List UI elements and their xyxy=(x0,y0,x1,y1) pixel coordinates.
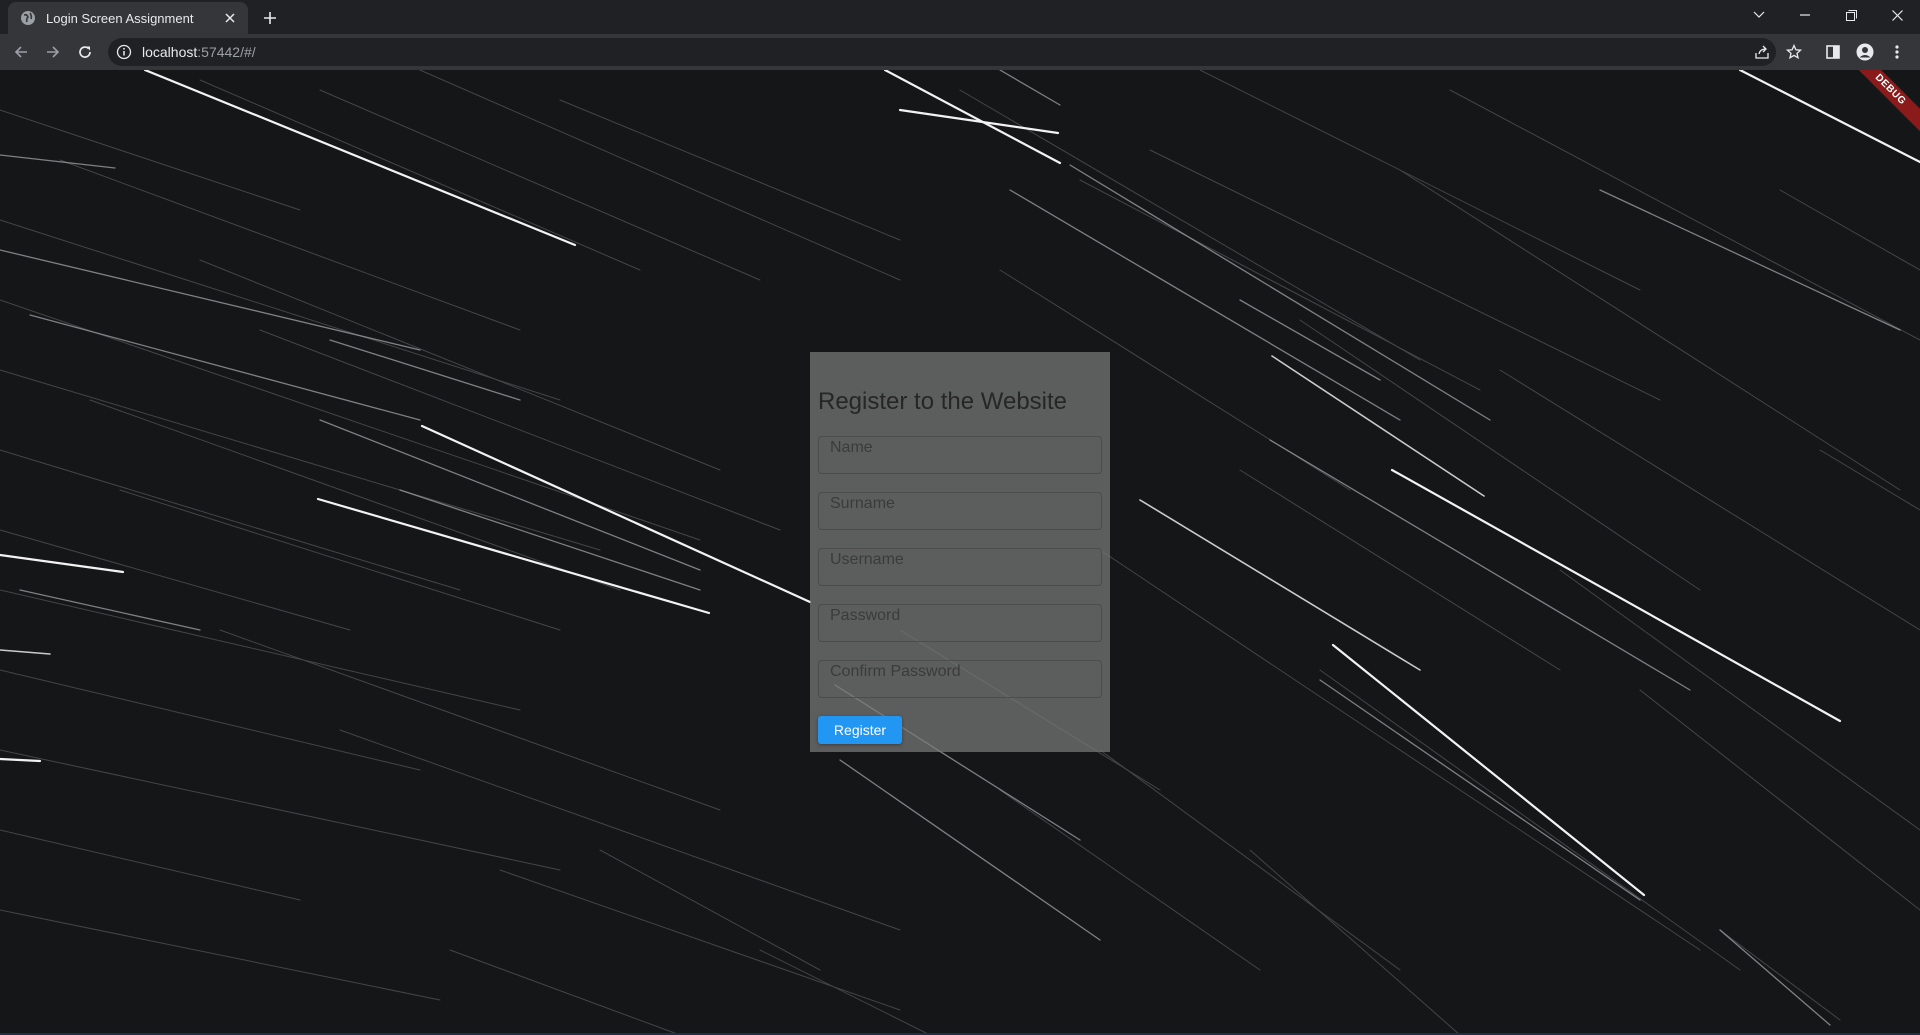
plus-icon[interactable] xyxy=(258,6,282,30)
page-viewport: DEBUG Register to the Website Register xyxy=(0,70,1920,1035)
profile-icon[interactable] xyxy=(1852,39,1878,65)
confirm-password-field[interactable] xyxy=(818,660,1102,698)
register-form-card: Register to the Website Register xyxy=(810,352,1110,752)
browser-tab-strip: Login Screen Assignment xyxy=(0,0,1920,34)
kebab-menu-icon[interactable] xyxy=(1884,39,1910,65)
browser-tab[interactable]: Login Screen Assignment xyxy=(8,2,248,34)
surname-input[interactable] xyxy=(819,493,1101,529)
arrow-right-icon[interactable] xyxy=(40,39,66,65)
star-icon[interactable] xyxy=(1781,39,1807,65)
close-icon[interactable] xyxy=(220,8,240,28)
form-heading: Register to the Website xyxy=(818,388,1068,415)
minimize-icon[interactable] xyxy=(1782,0,1828,30)
password-input[interactable] xyxy=(819,605,1101,641)
confirm-password-input[interactable] xyxy=(819,661,1101,697)
username-field[interactable] xyxy=(818,548,1102,586)
restore-icon[interactable] xyxy=(1828,0,1874,30)
address-bar[interactable]: localhost:57442/#/ xyxy=(108,38,1776,66)
username-input[interactable] xyxy=(819,549,1101,585)
chevron-down-icon[interactable] xyxy=(1736,0,1782,30)
share-icon[interactable] xyxy=(1749,39,1775,65)
tab-title: Login Screen Assignment xyxy=(46,10,194,26)
arrow-left-icon[interactable] xyxy=(8,39,34,65)
reload-icon[interactable] xyxy=(72,39,98,65)
surname-field[interactable] xyxy=(818,492,1102,530)
info-icon[interactable] xyxy=(116,44,132,60)
register-button[interactable]: Register xyxy=(818,716,902,744)
name-field[interactable] xyxy=(818,436,1102,474)
browser-toolbar: localhost:57442/#/ xyxy=(0,34,1920,70)
url-path: :57442/#/ xyxy=(197,44,256,60)
side-panel-icon[interactable] xyxy=(1820,39,1846,65)
url-text: localhost:57442/#/ xyxy=(142,44,256,60)
window-close-icon[interactable] xyxy=(1874,0,1920,30)
password-field[interactable] xyxy=(818,604,1102,642)
globe-icon xyxy=(21,11,35,25)
url-host: localhost xyxy=(142,44,198,60)
name-input[interactable] xyxy=(819,437,1101,473)
